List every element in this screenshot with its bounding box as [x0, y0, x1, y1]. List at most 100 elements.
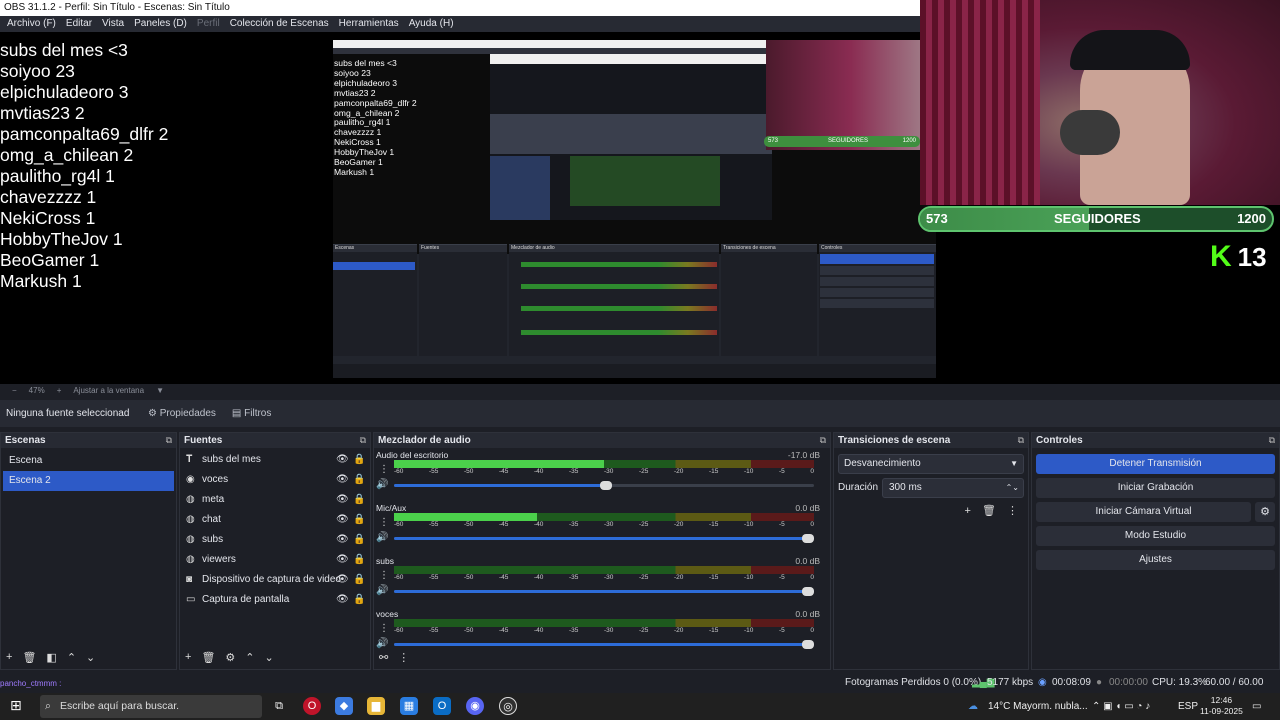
volume-slider[interactable]: [394, 587, 814, 596]
eye-icon[interactable]: 👁: [336, 510, 349, 530]
windows-start-icon[interactable]: ⊞: [10, 697, 22, 714]
menu-item-2[interactable]: Vista: [97, 16, 129, 32]
add-icon[interactable]: +: [964, 505, 970, 517]
properties-button[interactable]: ⚙ Propiedades: [140, 400, 224, 427]
studio-mode-button[interactable]: Modo Estudio: [1036, 526, 1275, 546]
volume-slider[interactable]: [394, 640, 814, 649]
file-explorer-icon[interactable]: ▆: [367, 697, 385, 715]
volume-handle[interactable]: [802, 587, 814, 596]
weather-text[interactable]: 14°C Mayorm. nubla...: [988, 693, 1088, 720]
stepper-icon[interactable]: ⌃⌄: [1006, 479, 1019, 497]
trash-icon[interactable]: 🗑: [22, 651, 36, 664]
filters-button[interactable]: ▤ Filtros: [224, 400, 279, 427]
source-item[interactable]: ◍ subs 👁 🔒: [180, 530, 370, 550]
virtual-cam-button[interactable]: Iniciar Cámara Virtual: [1036, 502, 1251, 522]
menu-dots-icon[interactable]: ⋮: [379, 570, 389, 581]
zoom-fit-label[interactable]: Ajustar a la ventana: [73, 384, 144, 398]
volume-handle[interactable]: [802, 640, 814, 649]
menu-item-6[interactable]: Herramientas: [334, 16, 404, 32]
lock-icon[interactable]: 🔒: [353, 570, 365, 590]
lock-icon[interactable]: 🔒: [353, 590, 365, 610]
eye-icon[interactable]: 👁: [336, 570, 349, 590]
notification-icon[interactable]: ▭: [1252, 693, 1261, 720]
filter-icon[interactable]: ◧: [46, 651, 56, 664]
source-item[interactable]: ◍ chat 👁 🔒: [180, 510, 370, 530]
volume-handle[interactable]: [600, 481, 613, 490]
eye-icon[interactable]: 👁: [336, 550, 349, 570]
taskbar-search[interactable]: ⌕ Escribe aquí para buscar.: [40, 695, 262, 718]
zoom-dropdown-icon[interactable]: ▼: [156, 384, 164, 398]
gear-icon[interactable]: ⚙: [1255, 502, 1275, 522]
opera-icon[interactable]: O: [303, 697, 321, 715]
menu-item-7[interactable]: Ayuda (H): [404, 16, 459, 32]
undock-icon[interactable]: ⧉: [1269, 433, 1275, 448]
lock-icon[interactable]: 🔒: [353, 470, 365, 490]
menu-item-3[interactable]: Paneles (D): [129, 16, 192, 32]
source-item[interactable]: 𝐓subs del mes 👁 🔒: [180, 450, 370, 470]
obs-icon[interactable]: ◎: [499, 697, 517, 715]
speaker-icon[interactable]: 🔊: [376, 479, 388, 490]
eye-icon[interactable]: 👁: [336, 530, 349, 550]
add-icon[interactable]: +: [6, 651, 12, 663]
outlook-icon[interactable]: O: [433, 697, 451, 715]
transition-select[interactable]: Desvanecimiento ▼: [838, 454, 1024, 474]
lock-icon[interactable]: 🔒: [353, 450, 365, 470]
zoom-plus-icon[interactable]: +: [57, 384, 62, 398]
start-recording-button[interactable]: Iniciar Grabación: [1036, 478, 1275, 498]
task-view-icon[interactable]: ⧉: [270, 697, 288, 715]
speaker-icon[interactable]: 🔊: [376, 532, 388, 543]
menu-dots-icon[interactable]: ⋮: [379, 517, 389, 528]
up-icon[interactable]: ⌃: [245, 651, 254, 664]
source-item[interactable]: ◍ meta 👁 🔒: [180, 490, 370, 510]
speaker-icon[interactable]: 🔊: [376, 585, 388, 596]
eye-icon[interactable]: 👁: [336, 450, 349, 470]
lock-icon[interactable]: 🔒: [353, 490, 365, 510]
volume-handle[interactable]: [802, 534, 814, 543]
language-indicator[interactable]: ESP: [1178, 693, 1198, 720]
store-icon[interactable]: ▦: [400, 697, 418, 715]
down-icon[interactable]: ⌄: [86, 651, 95, 664]
undock-icon[interactable]: ⧉: [360, 433, 366, 448]
volume-slider[interactable]: [394, 534, 814, 543]
menu-item-1[interactable]: Editar: [61, 16, 97, 32]
source-item[interactable]: ◉ voces 👁 🔒: [180, 470, 370, 490]
up-icon[interactable]: ⌃: [67, 651, 76, 664]
scene-item[interactable]: Escena 2: [3, 471, 174, 491]
menu-item-0[interactable]: Archivo (F): [2, 16, 61, 32]
settings-button[interactable]: Ajustes: [1036, 550, 1275, 570]
link-icon[interactable]: ⚯: [379, 651, 388, 664]
zoom-minus-icon[interactable]: −: [12, 384, 17, 398]
eye-icon[interactable]: 👁: [336, 470, 349, 490]
lock-icon[interactable]: 🔒: [353, 550, 365, 570]
down-icon[interactable]: ⌄: [265, 651, 274, 664]
source-item[interactable]: ▭ Captura de pantalla 👁 🔒: [180, 590, 370, 610]
copilot-icon[interactable]: ◆: [335, 697, 353, 715]
trash-icon[interactable]: 🗑: [982, 505, 996, 517]
eye-icon[interactable]: 👁: [336, 490, 349, 510]
scene-item[interactable]: Escena: [3, 451, 174, 471]
duration-input[interactable]: 300 ms ⌃⌄: [882, 478, 1024, 498]
menu-dots-icon[interactable]: ⋮: [379, 464, 389, 475]
undock-icon[interactable]: ⧉: [1018, 433, 1024, 448]
source-item[interactable]: ◙ Dispositivo de captura de video 👁 🔒: [180, 570, 370, 590]
undock-icon[interactable]: ⧉: [820, 433, 826, 448]
undock-icon[interactable]: ⧉: [166, 433, 172, 448]
trash-icon[interactable]: 🗑: [201, 651, 215, 664]
clock[interactable]: 12:46 11-09-2025: [1200, 695, 1243, 717]
menu-dots-icon[interactable]: ⋮: [379, 623, 389, 634]
menu-dots-icon[interactable]: ⋮: [1007, 505, 1018, 517]
volume-slider[interactable]: [394, 481, 814, 490]
stop-stream-button[interactable]: Detener Transmisión: [1036, 454, 1275, 474]
tray-icons[interactable]: ⌃ ▣ ◖ ▭ ◔ ♪: [1092, 693, 1150, 720]
menu-item-5[interactable]: Colección de Escenas: [225, 16, 334, 32]
lock-icon[interactable]: 🔒: [353, 530, 365, 550]
gear-icon[interactable]: ⚙: [225, 651, 235, 664]
source-item[interactable]: ◍ viewers 👁 🔒: [180, 550, 370, 570]
speaker-icon[interactable]: 🔊: [376, 638, 388, 649]
discord-icon[interactable]: ◉: [466, 697, 484, 715]
add-icon[interactable]: +: [185, 651, 191, 663]
menu-dots-icon[interactable]: ⋮: [398, 651, 409, 664]
menu-item-4[interactable]: Perfil: [192, 16, 225, 32]
lock-icon[interactable]: 🔒: [353, 510, 365, 530]
eye-icon[interactable]: 👁: [336, 590, 349, 610]
